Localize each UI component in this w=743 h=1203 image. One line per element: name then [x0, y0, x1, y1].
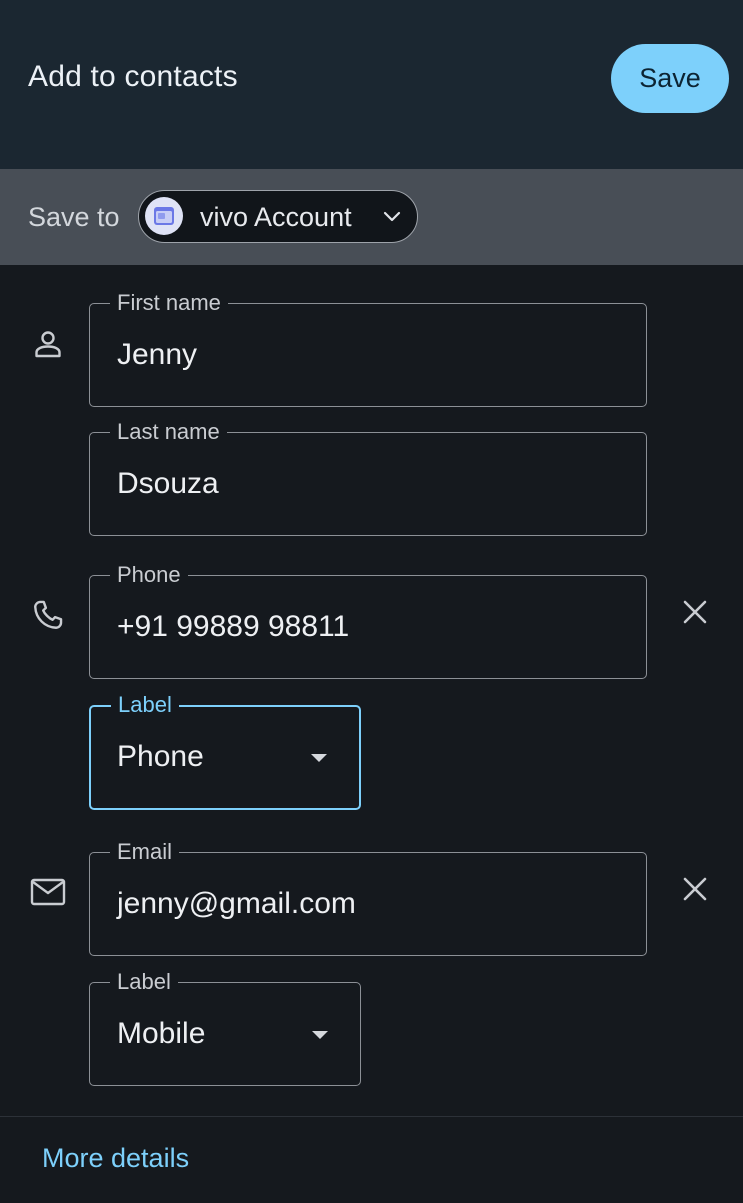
account-selector[interactable]: vivo Account — [138, 190, 418, 243]
chevron-down-icon — [383, 211, 401, 222]
email-type-label: Label — [110, 969, 178, 995]
phone-value: +91 99889 98811 — [117, 610, 350, 643]
save-button[interactable]: Save — [611, 44, 729, 113]
email-field[interactable]: Email jenny@gmail.com — [89, 839, 647, 956]
save-to-label: Save to — [28, 202, 120, 232]
phone-type-value: Phone — [117, 740, 204, 773]
email-type-value: Mobile — [117, 1017, 206, 1050]
first-name-value: Jenny — [117, 338, 198, 371]
caret-down-icon — [311, 754, 327, 762]
phone-type-dropdown[interactable]: Label Phone — [89, 692, 361, 810]
divider — [0, 1116, 743, 1117]
last-name-field[interactable]: Last name Dsouza — [89, 419, 647, 536]
last-name-label: Last name — [110, 419, 227, 445]
phone-label: Phone — [110, 562, 188, 588]
email-type-dropdown[interactable]: Label Mobile — [89, 969, 361, 1086]
person-icon — [35, 331, 61, 358]
more-details-link[interactable]: More details — [42, 1143, 189, 1174]
account-name: vivo Account — [200, 202, 352, 232]
page-title: Add to contacts — [28, 60, 238, 93]
first-name-field[interactable]: First name Jenny — [89, 290, 647, 407]
email-value: jenny@gmail.com — [117, 887, 356, 920]
phone-icon — [34, 600, 63, 629]
caret-down-icon — [312, 1031, 328, 1039]
app-bar: Add to contacts Save — [0, 0, 743, 169]
first-name-label: First name — [110, 290, 228, 316]
email-label: Email — [110, 839, 180, 865]
mail-icon — [30, 878, 66, 906]
phone-type-label: Label — [111, 692, 179, 718]
last-name-value: Dsouza — [117, 467, 219, 500]
close-icon[interactable] — [681, 598, 709, 626]
account-icon — [145, 197, 183, 235]
close-icon[interactable] — [681, 875, 709, 903]
phone-field[interactable]: Phone +91 99889 98811 — [89, 562, 647, 679]
